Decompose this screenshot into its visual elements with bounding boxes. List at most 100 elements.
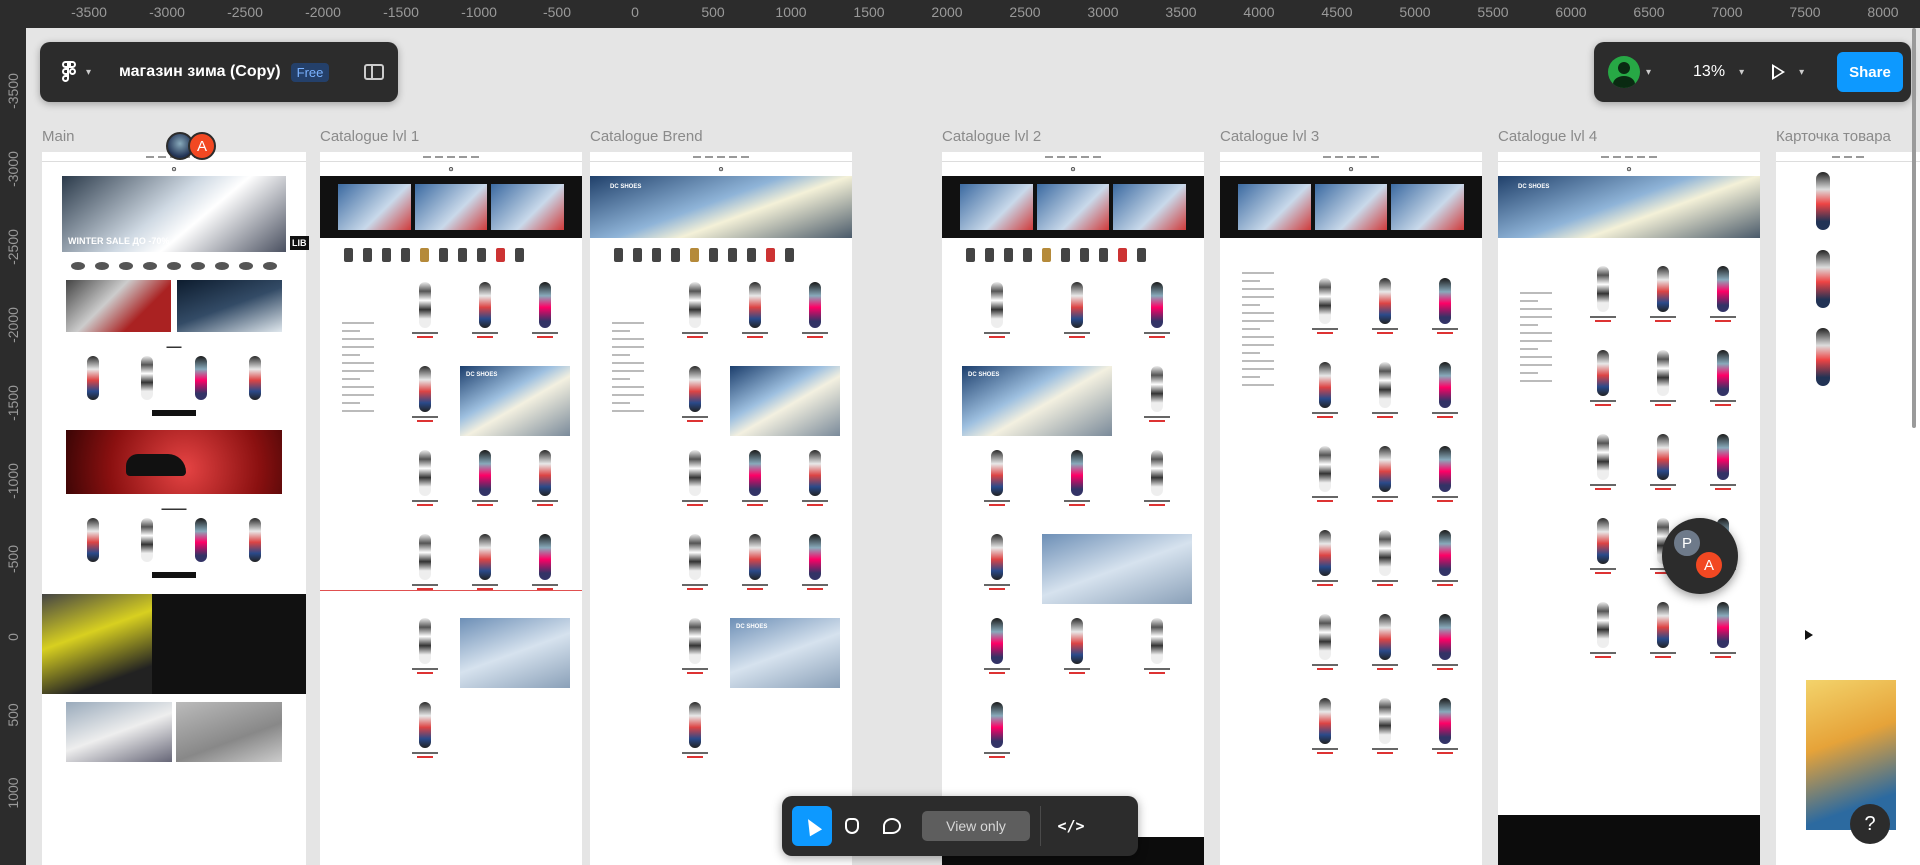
frame-product-card[interactable] [1776,152,1920,865]
help-button[interactable]: ? [1850,804,1890,844]
ruler-tick: -1000 [461,4,497,20]
frame-nav-bar [1498,152,1760,162]
ruler-tick: 1000 [775,4,807,20]
banner-brand: DC SHOES [466,372,498,378]
brand-logo-row [42,252,306,280]
figma-canvas[interactable]: { "app": { "file_title": "магазин зима (… [0,0,1920,865]
chevron-down-icon[interactable]: ▾ [86,67,91,78]
hero-banner [320,176,582,238]
filter-sidebar [1520,292,1566,388]
frame-label-product-card[interactable]: Карточка товара [1776,128,1891,145]
sidebar-toggle-icon[interactable] [364,64,384,80]
jacket-banner [42,594,306,694]
frame-label-main[interactable]: Main [42,128,75,145]
ruler-tick: 8000 [1867,4,1899,20]
view-only-badge[interactable]: View only [922,811,1030,841]
hand-icon [845,818,859,834]
view-toolbar: ▾ 13% ▾ ▾ Share [1594,42,1911,102]
code-icon: </> [1057,817,1085,835]
chevron-down-icon[interactable]: ▾ [1799,67,1804,78]
show-more-button [152,572,196,578]
zoom-level[interactable]: 13% [1693,63,1725,81]
ruler-tick: -500 [542,4,572,20]
ruler-tick: -1500 [383,4,419,20]
frame-label-catalogue-brend[interactable]: Catalogue Brend [590,128,703,145]
chevron-down-icon[interactable]: ▾ [1739,67,1744,78]
presence-bubble[interactable]: P A [1662,518,1738,594]
move-tool-button[interactable] [792,806,832,846]
frame-label-catalogue-lvl2[interactable]: Catalogue lvl 2 [942,128,1041,145]
frame-catalogue-brend[interactable]: ⊙ DC SHOES DC SHOES [590,152,852,865]
vertical-ruler: -3500 -3000 -2500 -2000 -1500 -1000 -500… [0,28,26,865]
file-title[interactable]: магазин зима (Copy) [119,63,281,81]
file-toolbar: ▾ магазин зима (Copy) Free [40,42,398,102]
bottom-pictures [66,702,282,762]
frame-main[interactable]: ⊙ WINTER SALE ДО -70% ▬▬▬ ▬▬▬▬▬ [42,152,306,865]
frame-logo: ⊙ [1070,166,1076,173]
present-icon[interactable] [1772,64,1786,80]
product-grid: DC SHOES [942,272,1204,772]
collaborator-avatar-a[interactable]: A [188,132,216,160]
collaborator-avatar-a[interactable]: A [1694,550,1724,580]
comment-tool-button[interactable] [872,806,912,846]
frame-label-catalogue-lvl4[interactable]: Catalogue lvl 4 [1498,128,1597,145]
ruler-tick: 1500 [853,4,885,20]
frame-nav-bar [590,152,852,162]
ruler-tick: -2500 [227,4,263,20]
ruler-tick: 0 [631,4,639,20]
ruler-tick: 4500 [1321,4,1353,20]
hand-tool-button[interactable] [832,806,872,846]
product-image [1816,172,1830,230]
hero-banner [942,176,1204,238]
product-row [42,518,306,562]
ruler-tick: -3500 [71,4,107,20]
ruler-tick: 0 [5,633,21,641]
comment-icon [883,818,901,834]
product-image [1816,250,1830,308]
ruler-tick: -2000 [5,307,21,343]
collaborator-avatars[interactable]: A [166,132,216,160]
tool-toolbar: View only </> [782,796,1138,856]
ruler-tick: -500 [5,544,21,574]
ruler-tick: -1000 [5,463,21,499]
horizontal-ruler: -3500 -3000 -2500 -2000 -1500 -1000 -500… [0,0,1920,28]
plan-badge[interactable]: Free [290,62,330,82]
frame-logo: ⊙ [448,166,454,173]
hero-brand: DC SHOES [1518,184,1550,190]
category-icons [320,238,582,272]
ruler-tick: 6500 [1633,4,1665,20]
product-row [42,356,306,400]
frame-label-catalogue-lvl3[interactable]: Catalogue lvl 3 [1220,128,1319,145]
show-more-button [152,410,196,416]
frame-catalogue-lvl1[interactable]: ⊙ DC SHOES [320,152,582,865]
chevron-down-icon[interactable]: ▾ [1646,67,1651,78]
frame-footer [1498,815,1760,865]
ruler-tick: -2500 [5,229,21,265]
layout-guide-line [320,590,582,591]
user-avatar[interactable] [1608,56,1640,88]
frame-catalogue-lvl2[interactable]: ⊙ DC SHOES [942,152,1204,865]
ruler-tick: 7500 [1789,4,1821,20]
ruler-tick: 500 [5,703,21,727]
frame-label-catalogue-lvl1[interactable]: Catalogue lvl 1 [320,128,419,145]
frame-nav-bar [942,152,1204,162]
ruler-tick: 2000 [931,4,963,20]
ruler-tick: 500 [701,4,725,20]
share-button[interactable]: Share [1837,52,1903,92]
banner-brand: DC SHOES [968,372,1000,378]
frame-nav-bar [1220,152,1482,162]
hero-banner: WINTER SALE ДО -70% [62,176,286,252]
play-cursor-icon [1805,630,1813,640]
figma-menu-icon[interactable] [62,61,78,83]
frame-catalogue-lvl4[interactable]: ⊙ DC SHOES [1498,152,1760,865]
dev-mode-button[interactable]: </> [1051,806,1091,846]
frame-catalogue-lvl3[interactable]: ⊙ [1220,152,1482,865]
toolbar-divider [1040,806,1041,846]
category-icons [942,238,1204,272]
ruler-tick: 3000 [1087,4,1119,20]
vertical-scrollbar[interactable] [1912,28,1916,428]
hero-text: WINTER SALE ДО -70% [68,236,170,246]
ruler-tick: -2000 [305,4,341,20]
side-banner-text: LIB [290,236,309,250]
ruler-tick: 2500 [1009,4,1041,20]
